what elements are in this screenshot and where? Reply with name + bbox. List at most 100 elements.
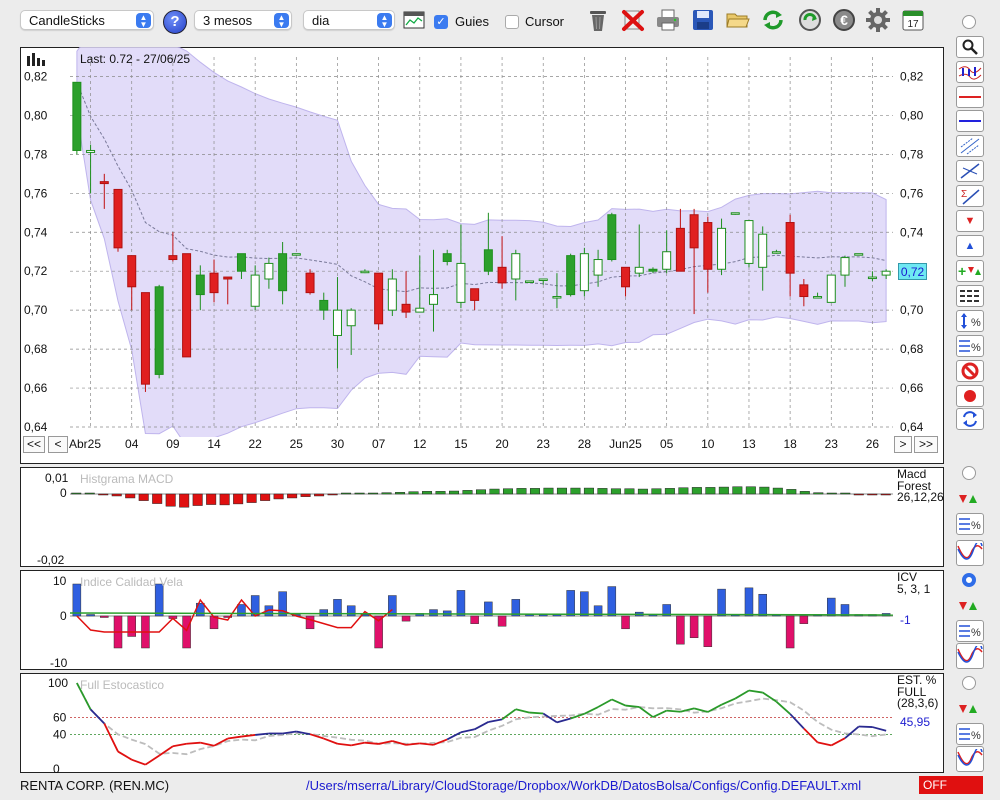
arrow-up-blue-icon: ▲	[964, 240, 976, 252]
candle	[511, 253, 521, 280]
macd-bar	[476, 489, 486, 495]
icv-bar	[182, 615, 191, 649]
main-radio[interactable]	[962, 15, 976, 29]
swap-button[interactable]	[956, 408, 984, 430]
icv-signals-button[interactable]	[956, 595, 984, 617]
stochastic-k-segment	[748, 689, 763, 694]
stop-button[interactable]	[956, 360, 984, 382]
macd-bar	[341, 492, 352, 495]
stochastic-tick: 100	[48, 676, 68, 690]
bollinger-icon	[958, 66, 982, 80]
refresh-icon[interactable]	[759, 6, 787, 34]
nav-next-button[interactable]: >	[894, 436, 912, 453]
macd-percent-button[interactable]: %	[956, 513, 984, 535]
candle	[717, 227, 727, 270]
macd-bar	[691, 487, 702, 495]
candle	[442, 253, 452, 262]
stochastic-radio[interactable]	[962, 676, 976, 690]
calendar-icon[interactable]: 17	[899, 6, 927, 34]
price-chart[interactable]: 0,82 0,82 0,80 0,80 0,78 0,78 0,76 0,76 0,74 0,74…	[20, 47, 944, 437]
icv-bar	[100, 615, 109, 618]
delete-icon[interactable]	[619, 6, 647, 34]
cursor-label: Cursor	[525, 14, 565, 29]
chart-icon[interactable]	[400, 6, 428, 34]
macd-signals-button[interactable]	[956, 488, 984, 510]
macd-curve-button[interactable]	[956, 540, 984, 566]
y-tick-left: 0,74	[24, 225, 48, 239]
lines-button[interactable]	[956, 285, 984, 307]
candle	[552, 296, 562, 299]
interval-select[interactable]: dia ▲ ▼	[303, 10, 395, 30]
nav-first-button[interactable]: <<	[23, 436, 45, 453]
printer-icon[interactable]	[654, 6, 682, 34]
candle	[525, 280, 535, 283]
trendline-button[interactable]	[956, 160, 984, 182]
off-indicator[interactable]: OFF	[919, 776, 983, 794]
icv-bar	[621, 615, 630, 630]
macd-bar	[314, 493, 325, 497]
stochastic-curve-button[interactable]	[956, 746, 984, 772]
candle	[470, 288, 480, 301]
macd-bar	[570, 487, 581, 495]
macd-bar	[880, 493, 891, 496]
stochastic-k-segment	[186, 741, 201, 745]
percent-range-button[interactable]: %	[956, 310, 984, 332]
record-button[interactable]	[956, 385, 984, 407]
candle	[154, 286, 164, 375]
sell-arrow-button[interactable]: ▼	[956, 210, 984, 232]
candle	[730, 212, 740, 215]
gear-icon[interactable]	[864, 6, 892, 34]
stochastic-k-segment	[131, 758, 146, 766]
stochastic-k-segment	[103, 723, 119, 752]
save-icon[interactable]	[689, 6, 717, 34]
blue-line-button[interactable]	[956, 110, 984, 132]
download-icon[interactable]	[796, 6, 824, 34]
trash-icon[interactable]	[584, 6, 612, 34]
stochastic-signals-button[interactable]	[956, 698, 984, 720]
stochastic-k-segment	[789, 713, 805, 730]
icv-curve-button[interactable]	[956, 643, 984, 669]
buy-arrow-button[interactable]: ▲	[956, 235, 984, 257]
macd-bar	[246, 493, 257, 503]
chevron-updown-icon: ▲ ▼	[377, 13, 392, 29]
swap-arrows-icon	[963, 411, 977, 427]
icv-radio[interactable]	[962, 573, 976, 587]
fibonacci-button[interactable]: Σ	[956, 185, 984, 207]
macd-bar	[732, 486, 743, 495]
stochastic-k-segment	[762, 691, 777, 703]
cursor-checkbox[interactable]	[505, 15, 519, 29]
red-line-button[interactable]	[956, 86, 984, 108]
open-folder-icon[interactable]	[724, 6, 752, 34]
candle	[332, 309, 342, 336]
help-button[interactable]: ?	[163, 10, 187, 34]
x-tick-label: 25	[289, 437, 303, 451]
y-tick-left: 0,76	[24, 186, 48, 200]
svg-text:+: +	[958, 263, 966, 279]
channel-button[interactable]	[956, 135, 984, 157]
macd-bar	[502, 488, 513, 495]
percent-lines-button[interactable]: %	[956, 335, 984, 357]
icv-percent-button[interactable]: %	[956, 620, 984, 642]
euro-icon[interactable]: €	[830, 6, 858, 34]
period-select[interactable]: 3 mesos ▲ ▼	[194, 10, 292, 30]
stochastic-percent-button[interactable]: %	[956, 723, 984, 745]
y-tick-right: 0,68	[900, 342, 924, 356]
macd-bar	[637, 488, 648, 495]
macd-bar	[125, 493, 136, 499]
zoom-button[interactable]	[956, 36, 984, 58]
nav-last-button[interactable]: >>	[914, 436, 938, 453]
bollinger-button[interactable]	[956, 61, 984, 83]
candle	[881, 270, 891, 276]
macd-radio[interactable]	[962, 466, 976, 480]
y-tick-left: 0,68	[24, 342, 48, 356]
percent-lines-icon: %	[959, 340, 981, 354]
macd-bar	[853, 493, 864, 496]
config-path-link[interactable]: /Users/mserra/Library/CloudStorage/Dropb…	[306, 778, 861, 793]
x-tick-label: 10	[701, 437, 715, 451]
add-signal-button[interactable]: +	[956, 260, 984, 282]
chart-type-select[interactable]: CandleSticks ▲ ▼	[20, 10, 154, 30]
percent-lines-icon: %	[959, 728, 981, 742]
guides-checkbox[interactable]: ✓	[434, 15, 448, 29]
x-tick-label: 09	[166, 437, 180, 451]
stochastic-k-segment	[227, 735, 242, 740]
